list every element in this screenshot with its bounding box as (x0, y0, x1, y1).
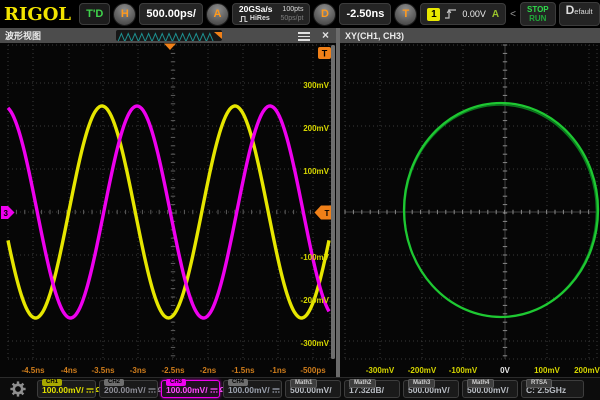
math1-tab: Math1 (290, 379, 317, 388)
t-axis-label: -3.5ns (91, 366, 115, 375)
xy-panel: XY(CH1, CH3) -300mV -200mV -100mV 0V 100mV 20… (340, 28, 600, 377)
rtsa-box[interactable]: RTSA C: 2.5GHz (521, 380, 584, 398)
waveform-panel: 波形视图 × T T 3 300mV 200mV 100mV -100mV -200mV -30… (0, 28, 336, 377)
t-axis-label: -1.5ns (231, 366, 255, 375)
t-axis-label: -1ns (270, 366, 287, 375)
dc-coupling-icon (86, 387, 94, 394)
xy-grid: -300mV -200mV -100mV 0V 100mV 200mV (340, 43, 600, 377)
ch4-tab: CH4 (228, 379, 248, 386)
xy-axis-label: 200mV (574, 366, 600, 375)
ch2-tab: CH2 (104, 379, 124, 386)
sample-resolution: 50ps/pt (280, 14, 303, 23)
waveform-panel-titlebar[interactable]: 波形视图 × (0, 28, 336, 43)
run-stop-button[interactable]: STOP RUN (520, 2, 556, 26)
math3-box[interactable]: Math3 500.00mV/ (403, 380, 459, 398)
rtsa-tab: RTSA (526, 379, 552, 388)
xy-axis-label: -200mV (408, 366, 437, 375)
horizontal-button[interactable]: H (113, 3, 136, 26)
close-icon[interactable]: × (322, 28, 329, 43)
rising-edge-icon (444, 7, 458, 21)
v-axis-label: -200mV (301, 296, 330, 305)
scrollbar[interactable] (331, 45, 335, 359)
xy-axis-label: 0V (500, 366, 510, 375)
math3-tab: Math3 (408, 379, 435, 388)
channel-box-ch1[interactable]: CH1 100.00mV/ Ω (37, 380, 96, 398)
trigger-position-marker[interactable] (164, 44, 176, 51)
xy-panel-title: XY(CH1, CH3) (345, 31, 404, 41)
waveform-preview-strip[interactable] (116, 30, 222, 41)
math2-tab: Math2 (349, 379, 376, 388)
memory-depth: 100pts (280, 5, 303, 14)
xy-axis-label: 100mV (534, 366, 560, 375)
v-axis-label: 100mV (303, 167, 329, 176)
t-axis-label: -2ns (200, 366, 217, 375)
ch1-scale: 100.00mV/ (42, 385, 84, 395)
ch4-scale: 100.00mV/ (228, 385, 270, 395)
t-axis-label: -4.5ns (21, 366, 45, 375)
t-axis-label: -4ns (61, 366, 78, 375)
xy-axis-label: -300mV (366, 366, 395, 375)
svg-text:T: T (325, 209, 330, 218)
collapse-arrow[interactable]: < (509, 9, 517, 20)
v-axis-label: -100mV (301, 253, 330, 262)
top-toolbar: RIGOL T'D H 500.00ps/ A 20GSa/s HiRes 10… (0, 0, 600, 28)
trigger-button[interactable]: T (394, 3, 417, 26)
gear-icon[interactable] (9, 380, 27, 398)
ch3-tab: CH3 (166, 379, 186, 386)
xy-trace (404, 103, 598, 317)
math2-box[interactable]: Math2 17.32dB/ (344, 380, 400, 398)
acq-mode: HiRes (250, 14, 270, 23)
preview-waveform (118, 34, 213, 42)
hires-icon (239, 15, 248, 23)
t-axis-label: -2.5ns (161, 366, 185, 375)
math4-box[interactable]: Math4 500.00mV/ (462, 380, 518, 398)
sample-rate: 20GSa/s (239, 5, 273, 14)
trigger-sweep-mode: A (492, 9, 499, 20)
t-axis-label: -3ns (130, 366, 147, 375)
channel-box-ch3[interactable]: CH3 100.00mV/ Ω (161, 380, 220, 398)
trigger-source-badge[interactable]: 1 (427, 8, 440, 21)
waveform-panel-title: 波形视图 (5, 29, 41, 42)
t-axis-label: -500ps (300, 366, 326, 375)
ch1-tab: CH1 (42, 379, 62, 386)
trigger-status-badge[interactable]: T'D (79, 3, 110, 25)
v-axis-label: 200mV (303, 124, 329, 133)
rigol-logo: RIGOL (4, 4, 71, 25)
math4-tab: Math4 (467, 379, 494, 388)
dc-coupling-icon (210, 387, 218, 394)
svg-text:3: 3 (4, 209, 9, 218)
channel-box-ch2[interactable]: CH2 200.00mV/ Ω (99, 380, 158, 398)
delay-value: -2.50ns (346, 8, 384, 20)
v-axis-label: 300mV (303, 81, 329, 90)
default-button[interactable]: Default (559, 2, 600, 26)
waveform-grid: T T 3 300mV 200mV 100mV -100mV -200mV -300mV -4.5… (0, 43, 336, 377)
xy-axis-label: -100mV (449, 366, 478, 375)
menu-icon[interactable] (298, 32, 310, 41)
acquisition-display[interactable]: 20GSa/s HiRes 100pts 50ps/pt (232, 3, 311, 25)
ch2-scale: 200.00mV/ (104, 385, 146, 395)
delay-display[interactable]: -2.50ns (339, 3, 391, 25)
math1-box[interactable]: Math1 500.00mV/ (285, 380, 341, 398)
svg-text:T: T (322, 49, 328, 59)
timebase-value: 500.00ps/ (146, 8, 196, 20)
trigger-status-text: T'D (86, 8, 103, 20)
trigger-level-value: 0.00V (462, 9, 486, 19)
v-axis-label: -300mV (301, 339, 330, 348)
display-area: 波形视图 × TT3300mV200mV100mV-100mV-200mV-30… (0, 28, 600, 377)
delay-button[interactable]: D (313, 3, 336, 26)
dc-coupling-icon (272, 387, 280, 394)
acquire-button[interactable]: A (206, 3, 229, 26)
trigger-display[interactable]: 1 0.00V A (420, 3, 506, 25)
dc-coupling-icon (148, 387, 156, 394)
bottom-status-bar: CH1 100.00mV/ Ω CH2 200.00mV/ Ω CH3 100.… (0, 377, 600, 400)
timebase-display[interactable]: 500.00ps/ (139, 3, 203, 25)
channel-box-ch4[interactable]: CH4 100.00mV/ (223, 380, 282, 398)
ch3-scale: 100.00mV/ (166, 385, 208, 395)
xy-panel-titlebar[interactable]: XY(CH1, CH3) (340, 28, 600, 43)
preview-position-marker (214, 32, 222, 39)
